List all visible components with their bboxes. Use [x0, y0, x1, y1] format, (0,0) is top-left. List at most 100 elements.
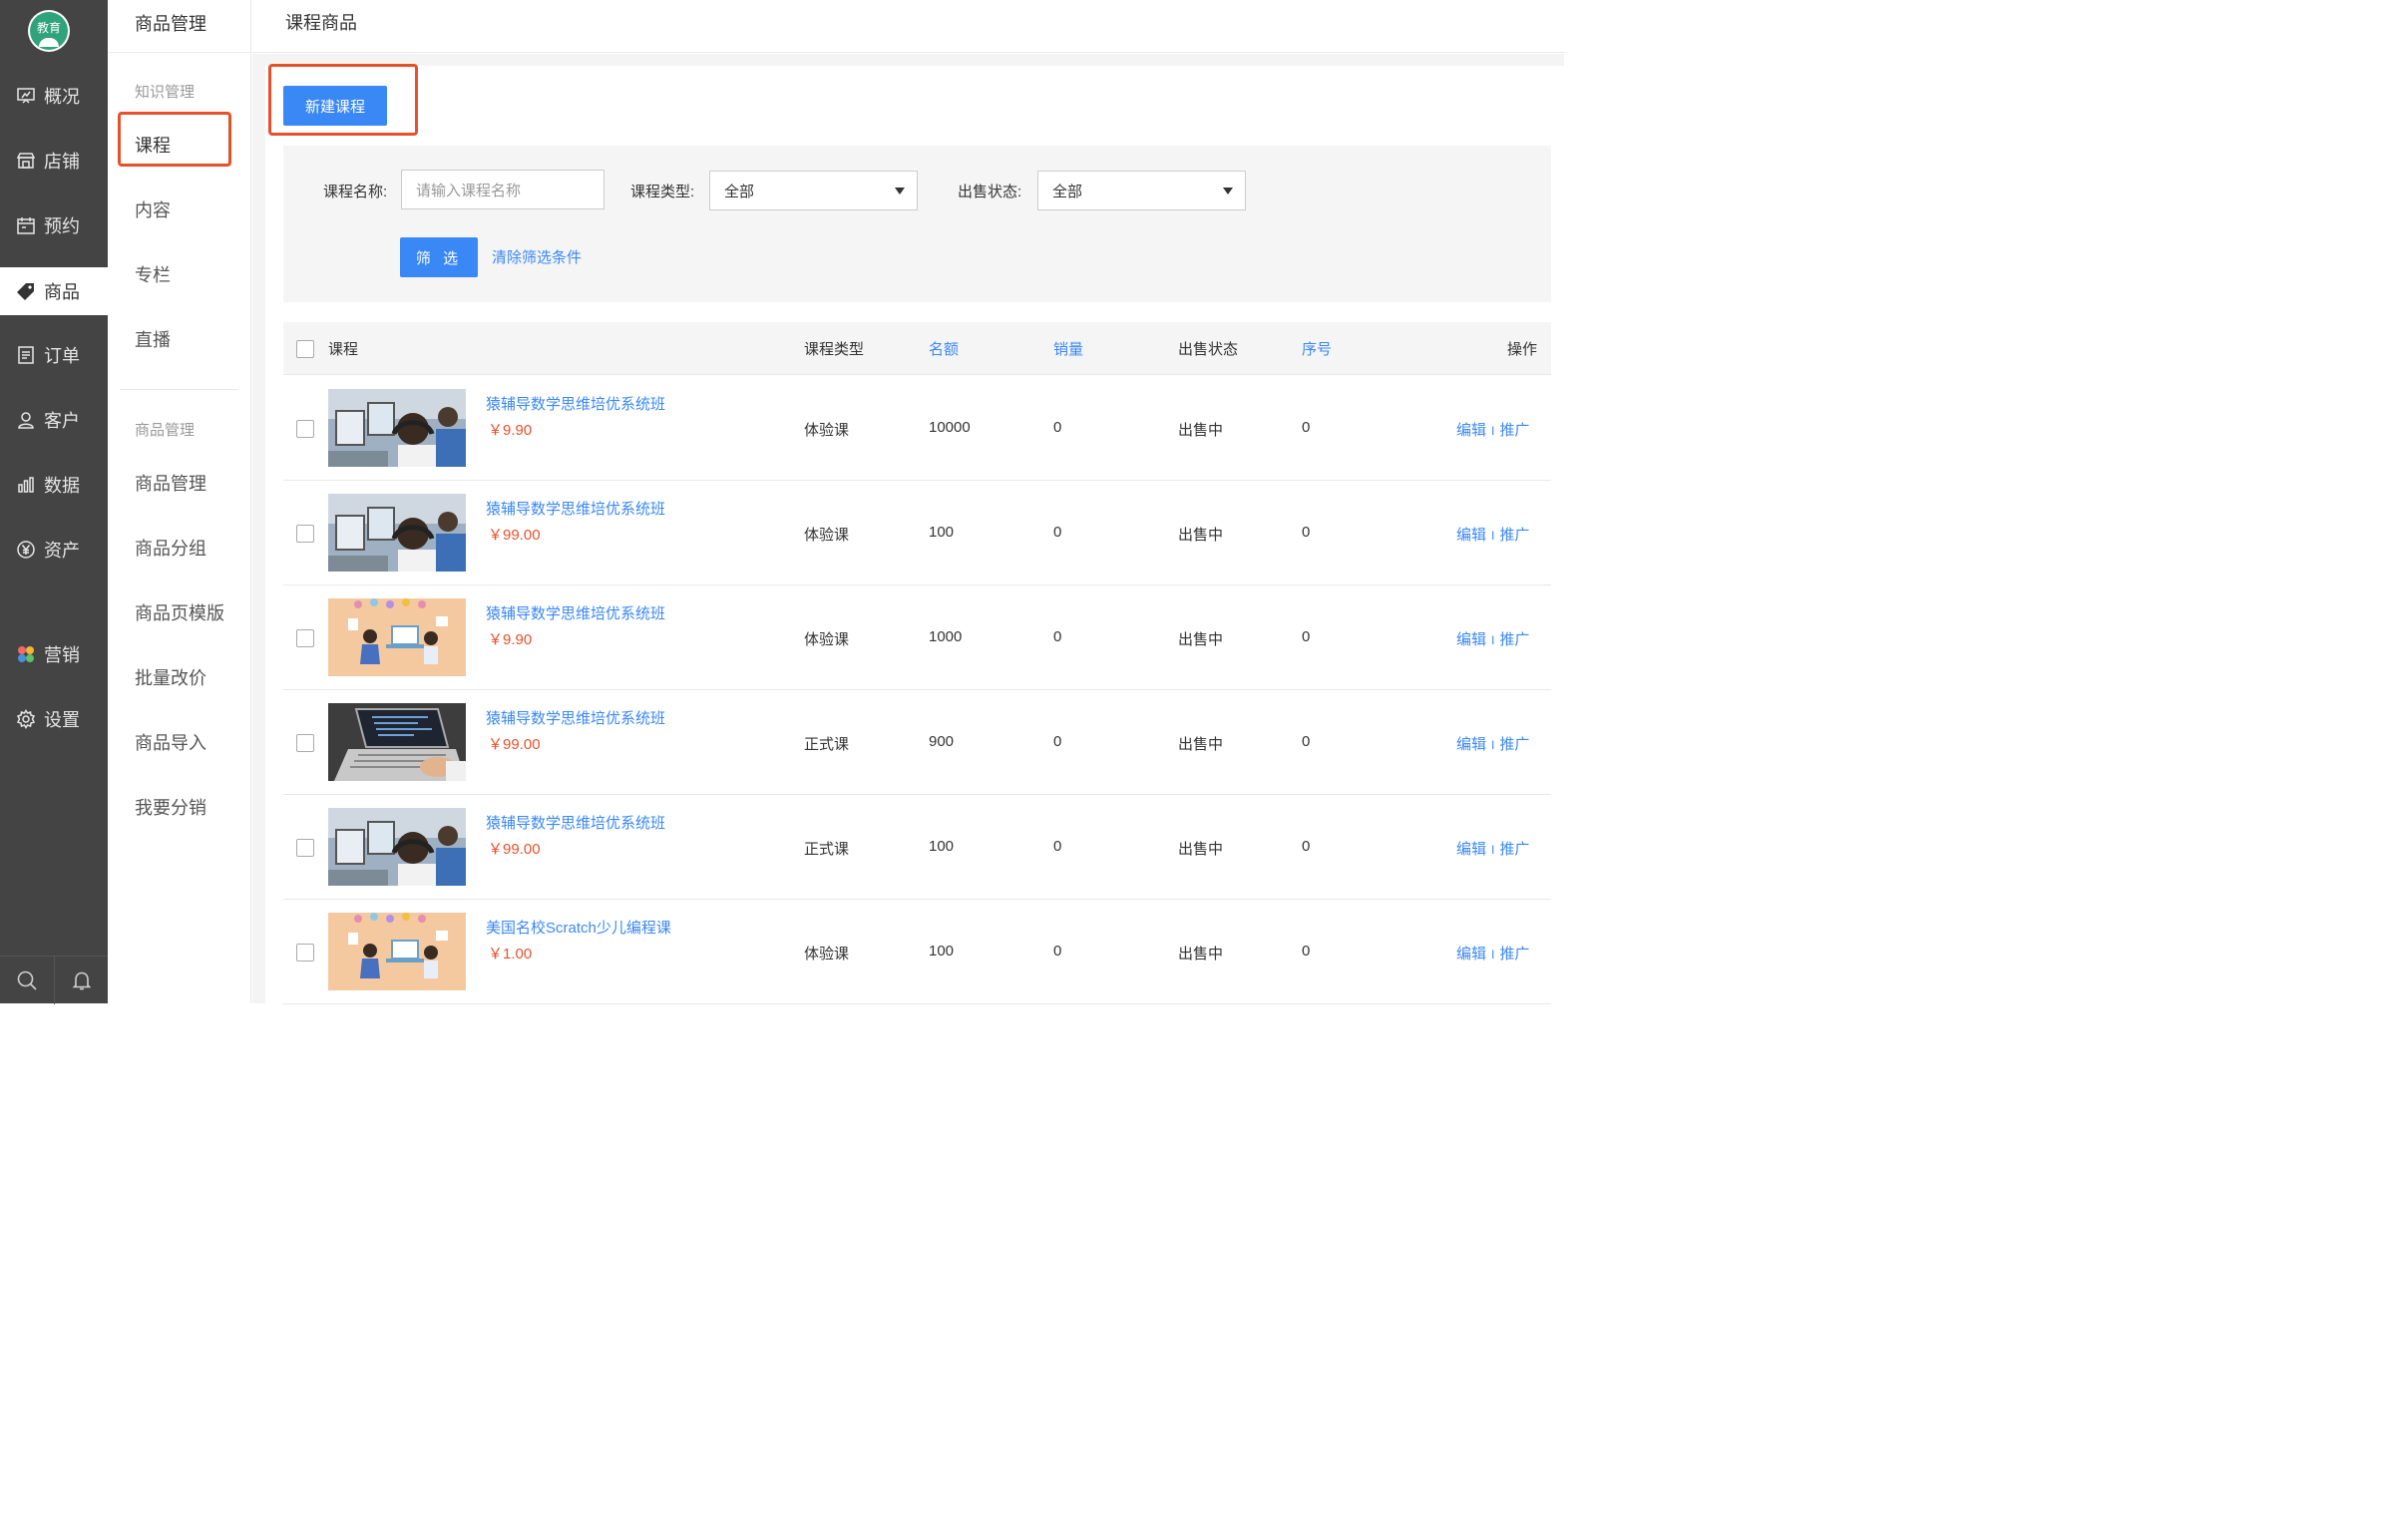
column-header-order[interactable]: 序号: [1302, 338, 1332, 359]
nav-item-overview[interactable]: 概况: [0, 72, 108, 120]
promote-link[interactable]: 推广: [1499, 736, 1529, 753]
course-status: 出售中: [1178, 422, 1224, 439]
course-title-link[interactable]: 猿辅导数学思维培优系统班: [486, 393, 665, 414]
promote-link[interactable]: 推广: [1499, 422, 1529, 439]
nav-item-settings[interactable]: 设置: [0, 695, 108, 743]
course-type: 体验课: [804, 527, 850, 544]
course-thumbnail[interactable]: [328, 598, 466, 676]
row-checkbox[interactable]: [296, 839, 314, 857]
bell-icon[interactable]: [54, 957, 108, 1004]
nav-item-customers[interactable]: 客户: [0, 396, 108, 444]
nav-item-data[interactable]: 数据: [0, 461, 108, 509]
subnav-item-goods-groups[interactable]: 商品分组: [135, 535, 206, 561]
subnav-item-courses[interactable]: 课程: [135, 132, 171, 158]
course-type: 正式课: [804, 841, 850, 858]
course-thumbnail[interactable]: [328, 703, 466, 781]
new-course-button[interactable]: 新建课程: [283, 86, 387, 126]
course-name-placeholder: 请输入课程名称: [416, 182, 522, 199]
course-title-link[interactable]: 猿辅导数学思维培优系统班: [486, 602, 665, 623]
course-order: 0: [1302, 628, 1311, 645]
course-title-link[interactable]: 猿辅导数学思维培优系统班: [486, 812, 665, 833]
tag-icon: [16, 281, 36, 301]
nav-label: 数据: [44, 476, 80, 496]
promote-link[interactable]: 推广: [1499, 631, 1529, 648]
course-thumbnail[interactable]: [328, 913, 466, 990]
subnav-item-columns[interactable]: 专栏: [135, 261, 171, 287]
edit-link[interactable]: 编辑: [1456, 841, 1486, 858]
nav-item-booking[interactable]: 预约: [0, 201, 108, 249]
promote-link[interactable]: 推广: [1499, 841, 1529, 858]
nav-item-store[interactable]: 店铺: [0, 137, 108, 185]
subnav-item-distribution[interactable]: 我要分销: [135, 794, 206, 820]
subnav-item-content[interactable]: 内容: [135, 196, 171, 222]
subnav-item-bulk-price[interactable]: 批量改价: [135, 664, 206, 690]
course-status: 出售中: [1178, 946, 1224, 962]
subnav-item-page-template[interactable]: 商品页模版: [135, 599, 224, 625]
table-row: 猿辅导数学思维培优系统班 ￥9.90 体验课 1000 0 出售中 0 编辑 I 推…: [283, 585, 1551, 690]
row-checkbox[interactable]: [296, 629, 314, 647]
course-price: ￥9.90: [488, 422, 533, 439]
table-row: 美国名校Scratch少儿编程课 ￥1.00 体验课 100 0 出售中 0 编…: [283, 900, 1551, 1004]
column-header-quota[interactable]: 名额: [929, 338, 959, 359]
nav-item-goods[interactable]: 商品: [0, 267, 108, 315]
logo[interactable]: 教育: [28, 10, 70, 52]
filter-button[interactable]: 筛 选: [400, 237, 478, 277]
course-order: 0: [1302, 524, 1311, 541]
search-icon[interactable]: [0, 957, 54, 1004]
row-checkbox[interactable]: [296, 525, 314, 543]
edit-link[interactable]: 编辑: [1456, 946, 1486, 962]
course-quota: 1000: [929, 628, 963, 645]
logo-text: 教育: [36, 21, 61, 35]
subnav-item-import[interactable]: 商品导入: [135, 729, 206, 755]
separator: I: [1491, 529, 1495, 543]
course-type: 体验课: [804, 631, 850, 648]
row-checkbox[interactable]: [296, 420, 314, 438]
row-checkbox[interactable]: [296, 944, 314, 962]
primary-nav: 教育 概况 店铺 预约 商品 订单 客户 数据 资产 营销 设置: [0, 0, 108, 1004]
edit-link[interactable]: 编辑: [1456, 631, 1486, 648]
separator: I: [1491, 843, 1495, 857]
subnav-group-goods: 商品管理: [135, 422, 196, 439]
course-title-link[interactable]: 猿辅导数学思维培优系统班: [486, 498, 665, 519]
calendar-icon: [16, 215, 36, 235]
course-sales: 0: [1053, 419, 1062, 436]
promote-link[interactable]: 推广: [1499, 527, 1529, 544]
subnav-item-live[interactable]: 直播: [135, 326, 171, 352]
edit-link[interactable]: 编辑: [1456, 736, 1486, 753]
promote-link[interactable]: 推广: [1499, 946, 1529, 962]
separator: I: [1491, 738, 1495, 752]
subnav-item-goods-management[interactable]: 商品管理: [135, 470, 206, 496]
bar-chart-icon: [16, 475, 36, 495]
edit-link[interactable]: 编辑: [1456, 422, 1486, 439]
row-checkbox[interactable]: [296, 734, 314, 752]
column-header-actions: 操作: [1507, 341, 1538, 358]
course-thumbnail[interactable]: [328, 808, 466, 886]
clear-filter-link[interactable]: 清除筛选条件: [492, 246, 582, 267]
course-status: 出售中: [1178, 736, 1224, 753]
course-name-label: 课程名称:: [323, 184, 388, 200]
sale-status-select[interactable]: 全部: [1037, 171, 1246, 210]
course-thumbnail[interactable]: [328, 389, 466, 467]
edit-link[interactable]: 编辑: [1456, 527, 1486, 544]
course-quota: 10000: [929, 419, 971, 436]
course-thumbnail[interactable]: [328, 494, 466, 572]
course-order: 0: [1302, 733, 1311, 750]
nav-label: 客户: [44, 411, 80, 431]
nav-item-assets[interactable]: 资产: [0, 526, 108, 574]
course-title-link[interactable]: 猿辅导数学思维培优系统班: [486, 707, 665, 728]
course-name-input[interactable]: 请输入课程名称: [401, 170, 604, 209]
course-type-select[interactable]: 全部: [709, 171, 918, 210]
column-header-sales[interactable]: 销量: [1053, 338, 1083, 359]
main-area: 课程商品 新建课程 课程名称: 请输入课程名称 课程类型: 全部 出售状态: 全…: [252, 0, 1564, 1004]
course-title-link[interactable]: 美国名校Scratch少儿编程课: [486, 917, 671, 938]
yen-circle-icon: [16, 540, 36, 560]
row-actions: 编辑 I 推广: [1456, 419, 1529, 440]
course-price: ￥1.00: [488, 946, 533, 962]
course-sales: 0: [1053, 943, 1062, 960]
nav-item-orders[interactable]: 订单: [0, 331, 108, 379]
course-price: ￥99.00: [488, 527, 541, 544]
select-all-checkbox[interactable]: [296, 340, 314, 358]
nav-item-marketing[interactable]: 营销: [0, 630, 108, 678]
course-order: 0: [1302, 838, 1311, 855]
document-icon: [16, 345, 36, 365]
